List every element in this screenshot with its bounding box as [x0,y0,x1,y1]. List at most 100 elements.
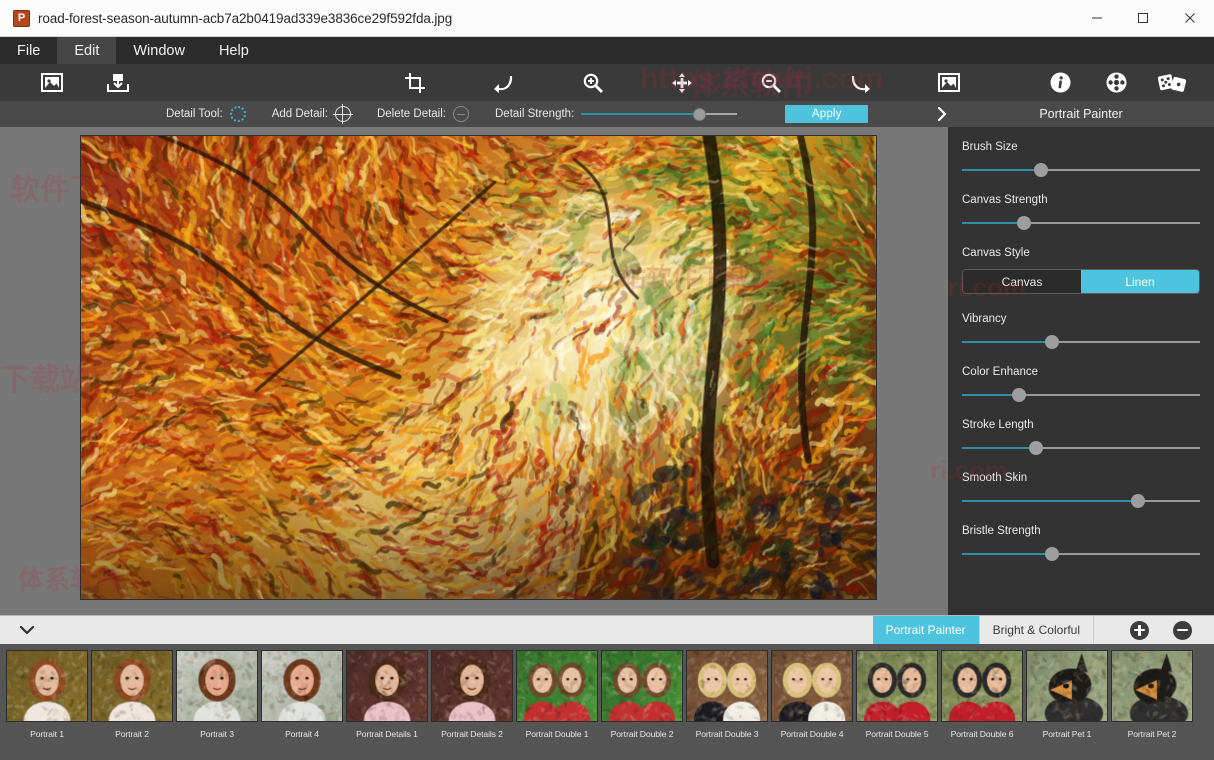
dog-profile-thumbnail[interactable] [1026,650,1108,722]
redo-icon[interactable] [840,64,880,101]
couple-red-dress-thumbnail[interactable] [941,650,1023,722]
pan-move-icon[interactable] [662,64,702,101]
slider[interactable] [962,388,1200,402]
preset-thumbnail[interactable]: Portrait Double 6 [941,650,1023,739]
two-girls-green-thumbnail[interactable] [601,650,683,722]
slider-handle[interactable] [1017,216,1031,230]
preset-label: Portrait Double 6 [951,729,1014,739]
control-canvas-style: Canvas StyleCanvasLinen [962,247,1200,294]
slider[interactable] [962,163,1200,177]
slider-handle[interactable] [1029,441,1043,455]
preset-thumbnail[interactable]: Portrait Double 4 [771,650,853,739]
detail-strength-label: Detail Strength: [495,108,574,120]
tab-portrait-painter[interactable]: Portrait Painter [873,616,980,644]
preset-label: Portrait Details 1 [356,729,418,739]
delete-detail-group[interactable]: Delete Detail: [377,106,469,122]
woman-gold-bg-thumbnail[interactable] [6,650,88,722]
slider-handle[interactable] [1131,494,1145,508]
slider[interactable] [962,216,1200,230]
minimize-icon[interactable] [1074,0,1120,37]
menu-file[interactable]: File [0,37,57,64]
info-icon[interactable] [1040,64,1080,101]
effect-controls-panel: Brush Size Canvas Strength Canvas StyleCan… [948,127,1214,615]
detail-strength-slider[interactable] [581,107,737,121]
plus-circle-icon[interactable] [335,106,351,122]
compare-image-icon[interactable] [929,64,969,101]
canvas-area[interactable] [0,127,948,615]
settings-icon[interactable] [1096,64,1136,101]
preset-thumbnail[interactable]: Portrait Double 3 [686,650,768,739]
control-vibrancy: Vibrancy [962,313,1200,349]
slider-handle[interactable] [1012,388,1026,402]
plus-circle-button[interactable] [1130,621,1149,640]
two-girls-green-thumbnail[interactable] [516,650,598,722]
preset-thumbnail[interactable]: Portrait Double 1 [516,650,598,739]
preset-thumbnail[interactable]: Portrait 4 [261,650,343,739]
close-icon[interactable] [1166,0,1214,37]
crop-icon[interactable] [395,64,435,101]
minus-circle-button[interactable] [1173,621,1192,640]
zoom-out-icon[interactable] [751,64,791,101]
preset-label: Portrait Double 2 [611,729,674,739]
undo-icon[interactable] [484,64,524,101]
preset-label: Portrait Pet 2 [1128,729,1177,739]
control-label: Brush Size [962,141,1200,153]
dog-profile-thumbnail[interactable] [1111,650,1193,722]
slider-fill [962,553,1052,555]
slider-handle[interactable] [1045,547,1059,561]
menu-window[interactable]: Window [116,37,202,64]
slider-handle[interactable] [1045,335,1059,349]
menu-edit[interactable]: Edit [57,37,116,64]
random-dice-icon[interactable] [1152,64,1192,101]
slider-fill [962,447,1036,449]
control-brush-size: Brush Size [962,141,1200,177]
preset-thumbnail[interactable]: Portrait 3 [176,650,258,739]
save-image-icon[interactable] [98,64,138,101]
control-label: Color Enhance [962,366,1200,378]
slider[interactable] [962,547,1200,561]
segmented-control: CanvasLinen [962,269,1200,294]
slider[interactable] [962,494,1200,508]
wedding-couple-thumbnail[interactable] [686,650,768,722]
detail-tool-group[interactable]: Detail Tool: [166,106,246,122]
preset-thumbnail[interactable]: Portrait Pet 1 [1026,650,1108,739]
control-label: Smooth Skin [962,472,1200,484]
menu-help[interactable]: Help [202,37,266,64]
dotted-circle-icon[interactable] [230,106,246,122]
slider[interactable] [962,441,1200,455]
woman-hat-smile-thumbnail[interactable] [176,650,258,722]
preset-thumbnail-strip[interactable]: Portrait 1Portrait 2Portrait 3Portrait 4… [0,644,1214,760]
preset-thumbnail[interactable]: Portrait Double 2 [601,650,683,739]
maximize-icon[interactable] [1120,0,1166,37]
minus-circle-icon[interactable] [453,106,469,122]
wedding-couple-thumbnail[interactable] [771,650,853,722]
preset-thumbnail[interactable]: Portrait Details 1 [346,650,428,739]
segment-option-linen[interactable]: Linen [1081,270,1199,293]
slider-handle[interactable] [1034,163,1048,177]
girl-pink-dress-thumbnail[interactable] [346,650,428,722]
preset-label: Portrait Double 1 [526,729,589,739]
slider[interactable] [962,335,1200,349]
preset-thumbnail[interactable]: Portrait 1 [6,650,88,739]
detail-tool-label: Detail Tool: [166,108,223,120]
image-preview[interactable] [80,135,877,600]
woman-hat-smile-thumbnail[interactable] [261,650,343,722]
add-detail-group[interactable]: Add Detail: [272,106,351,122]
control-canvas-strength: Canvas Strength [962,194,1200,230]
segment-option-canvas[interactable]: Canvas [963,270,1081,293]
preset-thumbnail[interactable]: Portrait 2 [91,650,173,739]
woman-gold-bg-thumbnail[interactable] [91,650,173,722]
control-stroke-length: Stroke Length [962,419,1200,455]
apply-button[interactable]: Apply [785,105,868,123]
girl-pink-dress-thumbnail[interactable] [431,650,513,722]
chevron-down-icon[interactable] [0,616,54,644]
preset-thumbnail[interactable]: Portrait Double 5 [856,650,938,739]
open-image-icon[interactable] [32,64,72,101]
preset-thumbnail[interactable]: Portrait Details 2 [431,650,513,739]
slider-handle[interactable] [693,108,706,121]
control-label: Canvas Strength [962,194,1200,206]
preset-thumbnail[interactable]: Portrait Pet 2 [1111,650,1193,739]
tab-bright-colorful[interactable]: Bright & Colorful [980,616,1094,644]
zoom-in-icon[interactable] [573,64,613,101]
couple-red-dress-thumbnail[interactable] [856,650,938,722]
